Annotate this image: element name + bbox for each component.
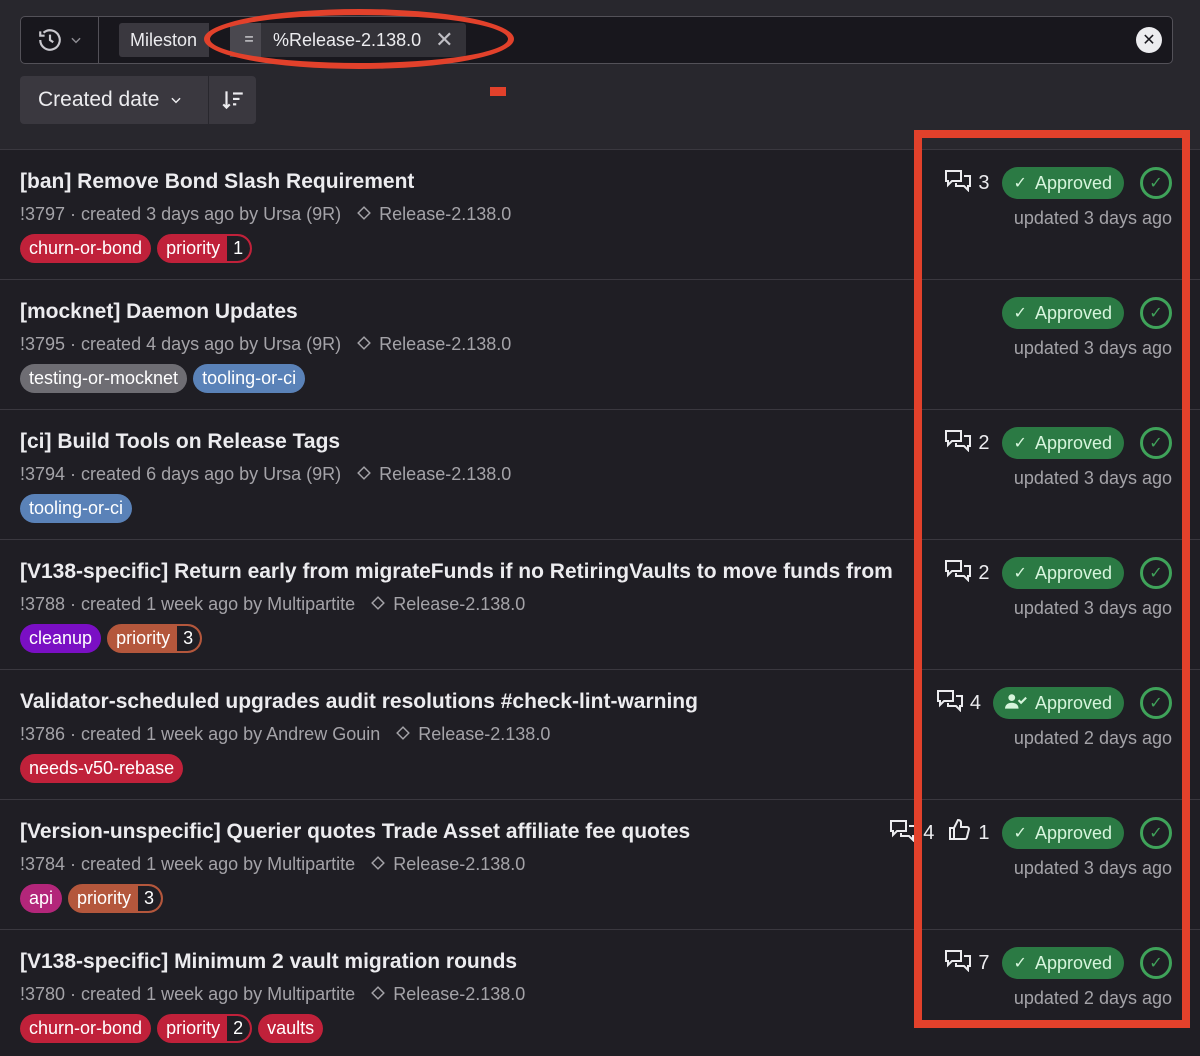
label-list: testing-or-mocknet tooling-or-ci — [20, 364, 306, 393]
merge-request-meta: !3795 · created 4 days ago by Ursa (9R) … — [20, 334, 511, 355]
label-key: priority — [166, 238, 221, 258]
merge-request-ref: !3794 · created 6 days ago by Ursa (9R) — [20, 464, 342, 484]
label-text: churn-or-bond — [29, 1018, 143, 1038]
sort-by-dropdown[interactable]: Created date — [20, 76, 208, 124]
milestone-text: Release-2.138.0 — [393, 984, 526, 1004]
label-scoped[interactable]: priority 3 — [68, 884, 164, 913]
annotation-rectangle — [914, 130, 1190, 1028]
merge-request-meta: !3794 · created 6 days ago by Ursa (9R) … — [20, 464, 511, 485]
label-text: testing-or-mocknet — [29, 368, 179, 388]
filter-toolbar: Mileston = %Release-2.138.0 ✕ ✕ Created … — [0, 0, 1200, 150]
merge-request-meta: !3780 · created 1 week ago by Multiparti… — [20, 984, 525, 1005]
label-list: churn-or-bond priority 1 — [20, 234, 253, 263]
label[interactable]: churn-or-bond — [20, 234, 152, 263]
merge-request-title[interactable]: [mocknet] Daemon Updates — [20, 300, 298, 324]
label-scoped[interactable]: priority 3 — [107, 624, 203, 653]
milestone-icon — [357, 204, 372, 225]
label-value: 2 — [227, 1016, 251, 1041]
sort-descending-icon — [221, 91, 243, 110]
label[interactable]: churn-or-bond — [20, 1014, 152, 1043]
merge-request-title[interactable]: Validator-scheduled upgrades audit resol… — [20, 690, 698, 714]
milestone-link[interactable]: Release-2.138.0 — [357, 204, 511, 225]
sort-direction-button[interactable] — [208, 76, 256, 124]
label-text: tooling-or-ci — [29, 498, 124, 518]
milestone-icon — [371, 854, 386, 875]
clear-search-button[interactable]: ✕ — [1136, 27, 1162, 53]
merge-request-title[interactable]: [ban] Remove Bond Slash Requirement — [20, 170, 414, 194]
milestone-icon — [357, 464, 372, 485]
merge-request-title[interactable]: [V138-specific] Return early from migrat… — [20, 560, 893, 584]
milestone-icon — [371, 594, 386, 615]
label-key: priority — [166, 1018, 221, 1038]
label-text: cleanup — [29, 628, 93, 648]
label-value: 1 — [227, 236, 251, 261]
merge-request-ref: !3795 · created 4 days ago by Ursa (9R) — [20, 334, 342, 354]
label[interactable]: tooling-or-ci — [20, 494, 133, 523]
milestone-link[interactable]: Release-2.138.0 — [357, 334, 511, 355]
label-list: api priority 3 — [20, 884, 164, 913]
merge-request-ref: !3797 · created 3 days ago by Ursa (9R) — [20, 204, 342, 224]
milestone-text: Release-2.138.0 — [393, 854, 526, 874]
label-text: vaults — [267, 1018, 315, 1038]
label-text: churn-or-bond — [29, 238, 143, 258]
milestone-icon — [371, 984, 386, 1005]
label-list: cleanup priority 3 — [20, 624, 203, 653]
milestone-text: Release-2.138.0 — [393, 594, 526, 614]
merge-request-title[interactable]: [V138-specific] Minimum 2 vault migratio… — [20, 950, 517, 974]
milestone-text: Release-2.138.0 — [379, 334, 512, 354]
merge-request-ref: !3784 · created 1 week ago by Multiparti… — [20, 854, 356, 874]
label-text: needs-v50-rebase — [29, 758, 175, 778]
label[interactable]: cleanup — [20, 624, 102, 653]
history-icon — [38, 29, 61, 51]
label-key: priority — [77, 888, 132, 908]
label-list: needs-v50-rebase — [20, 754, 184, 783]
label[interactable]: needs-v50-rebase — [20, 754, 184, 783]
milestone-link[interactable]: Release-2.138.0 — [371, 594, 525, 615]
milestone-link[interactable]: Release-2.138.0 — [371, 854, 525, 875]
milestone-link[interactable]: Release-2.138.0 — [371, 984, 525, 1005]
merge-request-ref: !3786 · created 1 week ago by Andrew Gou… — [20, 724, 381, 744]
merge-request-meta: !3786 · created 1 week ago by Andrew Gou… — [20, 724, 550, 745]
label-list: churn-or-bond priority 2 vaults — [20, 1014, 324, 1043]
filter-search-bar[interactable]: Mileston = %Release-2.138.0 ✕ ✕ — [20, 16, 1173, 64]
label-list: tooling-or-ci — [20, 494, 133, 523]
milestone-text: Release-2.138.0 — [379, 464, 512, 484]
close-icon: ✕ — [1142, 32, 1156, 49]
annotation-mark — [490, 87, 506, 96]
label-scoped[interactable]: priority 2 — [157, 1014, 253, 1043]
label-text: tooling-or-ci — [202, 368, 297, 388]
label-key: priority — [116, 628, 171, 648]
merge-request-title[interactable]: [ci] Build Tools on Release Tags — [20, 430, 340, 454]
label-value: 3 — [138, 886, 162, 911]
filter-token-field[interactable]: Mileston — [119, 23, 209, 57]
milestone-icon — [396, 724, 411, 745]
recent-searches-button[interactable] — [21, 17, 99, 63]
milestone-text: Release-2.138.0 — [379, 204, 512, 224]
annotation-ellipse — [204, 9, 514, 69]
merge-request-meta: !3784 · created 1 week ago by Multiparti… — [20, 854, 525, 875]
label[interactable]: vaults — [258, 1014, 324, 1043]
chevron-down-icon — [171, 97, 182, 104]
milestone-link[interactable]: Release-2.138.0 — [396, 724, 550, 745]
merge-request-title[interactable]: [Version-unspecific] Querier quotes Trad… — [20, 820, 690, 844]
label-text: api — [29, 888, 54, 908]
merge-request-meta: !3797 · created 3 days ago by Ursa (9R) … — [20, 204, 511, 225]
milestone-link[interactable]: Release-2.138.0 — [357, 464, 511, 485]
label-scoped[interactable]: priority 1 — [157, 234, 253, 263]
label[interactable]: api — [20, 884, 63, 913]
sort-by-label: Created date — [38, 88, 160, 111]
merge-request-ref: !3780 · created 1 week ago by Multiparti… — [20, 984, 356, 1004]
milestone-icon — [357, 334, 372, 355]
label-value: 3 — [177, 626, 201, 651]
merge-request-ref: !3788 · created 1 week ago by Multiparti… — [20, 594, 356, 614]
merge-request-meta: !3788 · created 1 week ago by Multiparti… — [20, 594, 525, 615]
milestone-text: Release-2.138.0 — [418, 724, 551, 744]
label[interactable]: testing-or-mocknet — [20, 364, 188, 393]
chevron-down-icon — [70, 37, 81, 44]
label[interactable]: tooling-or-ci — [193, 364, 306, 393]
sort-controls: Created date — [20, 76, 256, 124]
